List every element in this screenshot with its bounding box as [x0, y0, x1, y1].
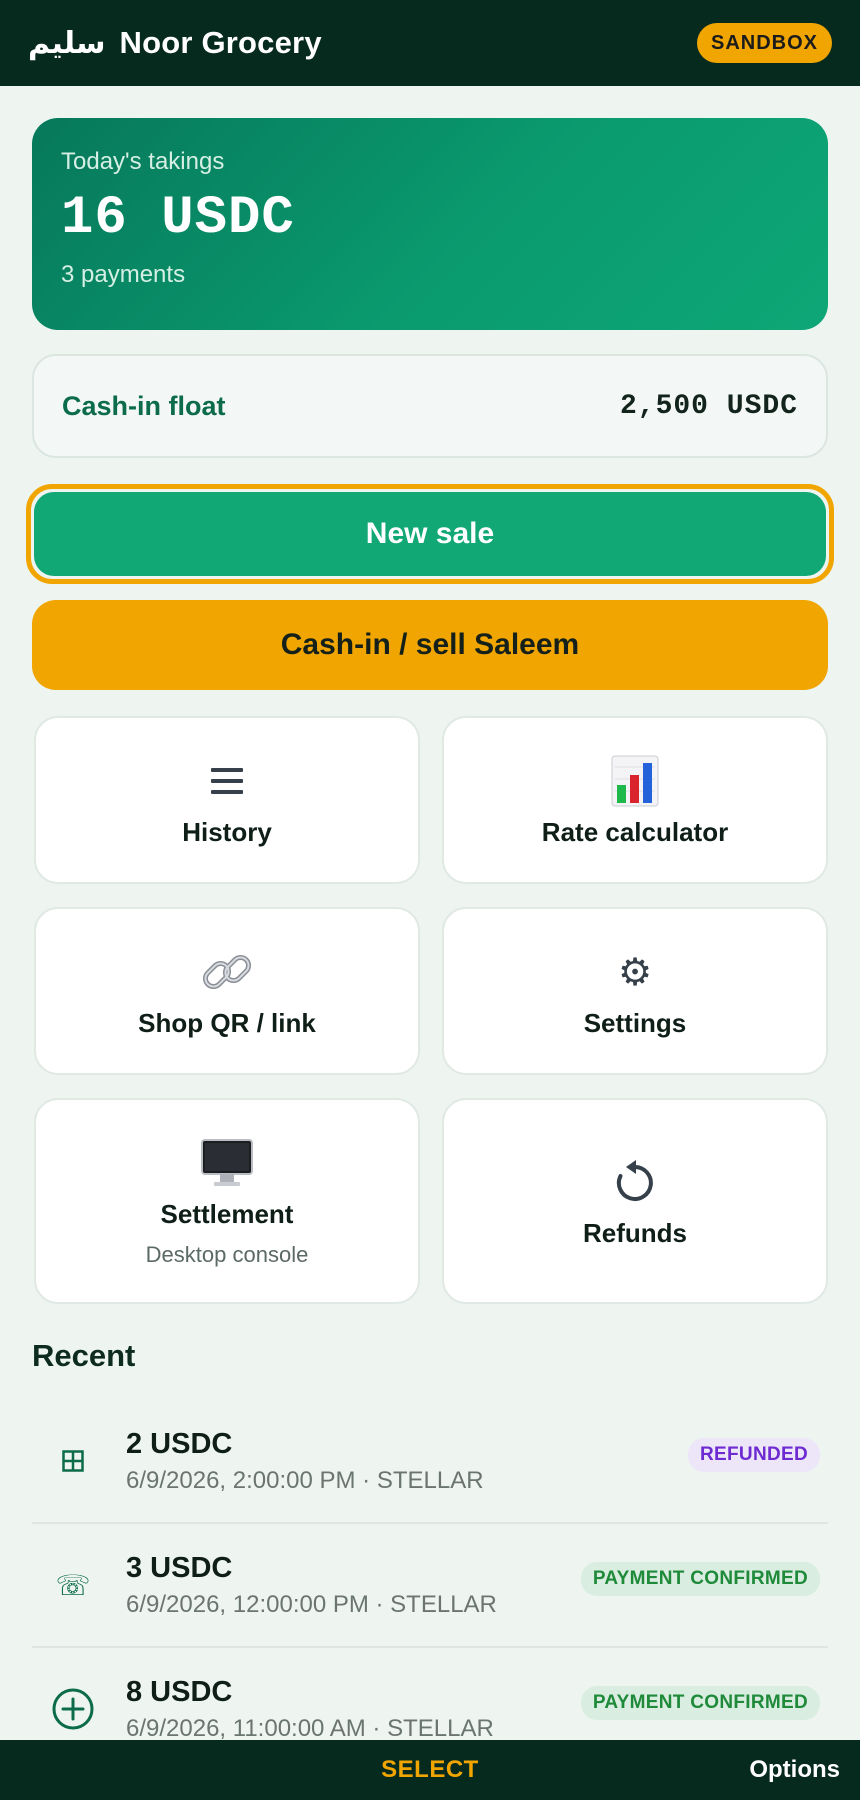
app-screen: سليم Noor Grocery SANDBOX Today's taking… [0, 0, 860, 1800]
tile-label: History [182, 816, 272, 847]
tile-sublabel: Desktop console [145, 1241, 309, 1267]
tile-label: Refunds [583, 1217, 687, 1248]
link-icon [200, 944, 254, 1000]
options-softkey[interactable]: Options [749, 1756, 840, 1784]
desktop-icon [200, 1135, 254, 1191]
tile-refunds[interactable]: Refunds [442, 1098, 828, 1304]
tile-label: Settlement [160, 1198, 294, 1229]
recent-transactions-list: 2 USDC 6/9/2026, 2:00:00 PM · STELLAR RE… [32, 1400, 828, 1740]
gear-icon: ⚙ [617, 949, 653, 994]
list-item[interactable]: 2 USDC 6/9/2026, 2:00:00 PM · STELLAR RE… [32, 1400, 828, 1524]
list-item[interactable]: 8 USDC 6/9/2026, 11:00:00 AM · STELLAR P… [32, 1648, 828, 1740]
grid-icon [32, 1450, 114, 1472]
cash-in-float-card: Cash-in float 2,500 USDC [32, 354, 828, 458]
tile-label: Settings [583, 1007, 687, 1038]
tile-settlement[interactable]: Settlement Desktop console [34, 1098, 420, 1304]
status-badge: PAYMENT CONFIRMED [580, 1686, 820, 1720]
recent-heading: Recent [32, 1338, 136, 1373]
phone-icon: ☏ [55, 1568, 91, 1602]
softkey-bar: SELECT Options [0, 1740, 860, 1800]
plus-circle-icon [32, 1687, 114, 1731]
new-sale-button[interactable]: New sale [26, 484, 834, 584]
shop-name: Noor Grocery [119, 25, 322, 60]
tile-label: Rate calculator [541, 816, 729, 847]
app-header: سليم Noor Grocery SANDBOX [0, 0, 860, 86]
cash-in-button[interactable]: Cash-in / sell Saleem [32, 600, 828, 690]
new-sale-label: New sale [34, 492, 826, 576]
bar-chart-icon [611, 753, 659, 809]
refresh-icon [612, 1154, 658, 1210]
list-item[interactable]: ☏ 3 USDC 6/9/2026, 12:00:00 PM · STELLAR… [32, 1524, 828, 1648]
float-value: 2,500 USDC [619, 390, 798, 422]
status-badge: REFUNDED [688, 1438, 820, 1472]
sandbox-badge: SANDBOX [696, 23, 832, 63]
brand: سليم Noor Grocery [28, 25, 322, 61]
takings-amount: 16 USDC [61, 188, 295, 249]
tile-history[interactable]: History [34, 716, 420, 884]
list-icon [210, 753, 244, 809]
takings-label: Today's takings [61, 148, 225, 175]
payments-count: 3 payments [61, 261, 186, 288]
status-badge: PAYMENT CONFIRMED [580, 1562, 820, 1596]
todays-takings-card: Today's takings 16 USDC 3 payments [32, 118, 828, 330]
tile-rate-calculator[interactable]: Rate calculator [442, 716, 828, 884]
tile-label: Shop QR / link [138, 1007, 316, 1038]
brand-arabic-logo: سليم [28, 25, 106, 61]
float-label: Cash-in float [62, 390, 226, 421]
tile-settings[interactable]: ⚙ Settings [442, 907, 828, 1075]
tile-shop-qr-link[interactable]: Shop QR / link [34, 907, 420, 1075]
select-softkey[interactable]: SELECT [381, 1756, 479, 1784]
